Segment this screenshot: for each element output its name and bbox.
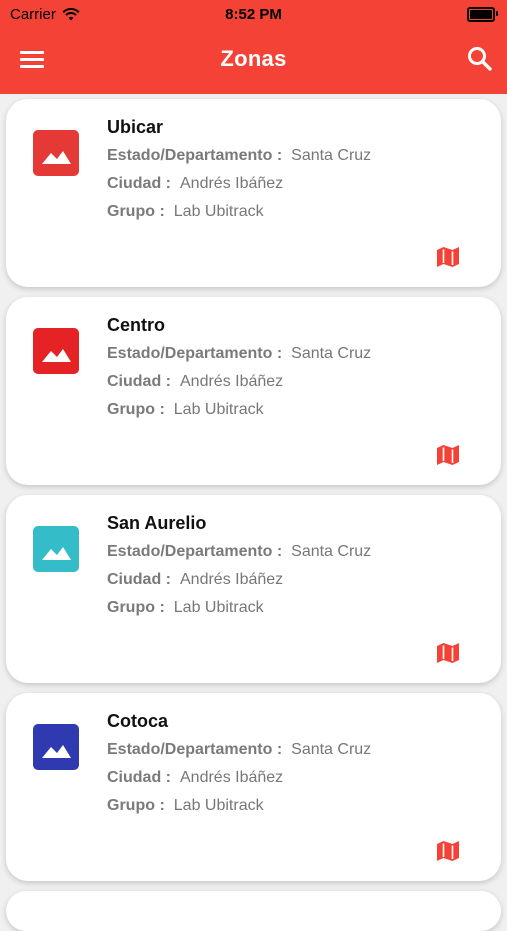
ciudad-value: Andrés Ibáñez: [180, 769, 284, 786]
zone-ciudad-row: Ciudad : Andrés Ibáñez: [107, 571, 283, 589]
estado-label: Estado/Departamento :: [107, 147, 283, 164]
zone-card[interactable]: Ubicar Estado/Departamento : Santa Cruz C…: [6, 99, 501, 287]
zone-card-partial[interactable]: [6, 891, 501, 931]
image-placeholder-icon: [33, 130, 79, 176]
estado-value: Santa Cruz: [291, 741, 372, 758]
zone-estado-row: Estado/Departamento : Santa Cruz: [107, 741, 371, 759]
grupo-value: Lab Ubitrack: [173, 599, 264, 616]
zone-ciudad-row: Ciudad : Andrés Ibáñez: [107, 373, 283, 391]
map-icon: [437, 445, 459, 465]
map-icon: [437, 247, 459, 267]
zone-estado-row: Estado/Departamento : Santa Cruz: [107, 345, 371, 363]
estado-value: Santa Cruz: [291, 543, 372, 560]
zone-grupo-row: Grupo : Lab Ubitrack: [107, 203, 264, 221]
zone-ciudad-row: Ciudad : Andrés Ibáñez: [107, 175, 283, 193]
zone-grupo-row: Grupo : Lab Ubitrack: [107, 797, 264, 815]
status-bar: Carrier 8:52 PM: [0, 0, 507, 28]
ciudad-value: Andrés Ibáñez: [180, 175, 284, 192]
grupo-label: Grupo :: [107, 599, 165, 616]
estado-label: Estado/Departamento :: [107, 543, 283, 560]
zone-grupo-row: Grupo : Lab Ubitrack: [107, 401, 264, 419]
estado-label: Estado/Departamento :: [107, 345, 283, 362]
grupo-value: Lab Ubitrack: [173, 797, 264, 814]
grupo-label: Grupo :: [107, 203, 165, 220]
image-placeholder-icon: [33, 724, 79, 770]
zone-ciudad-row: Ciudad : Andrés Ibáñez: [107, 769, 283, 787]
zone-name: Cotoca: [107, 711, 169, 731]
map-button[interactable]: [435, 839, 461, 863]
zone-card[interactable]: Centro Estado/Departamento : Santa Cruz C…: [6, 297, 501, 485]
ciudad-label: Ciudad :: [107, 373, 171, 390]
ciudad-value: Andrés Ibáñez: [180, 373, 284, 390]
map-button[interactable]: [435, 245, 461, 269]
grupo-label: Grupo :: [107, 797, 165, 814]
map-button[interactable]: [435, 641, 461, 665]
map-icon: [437, 841, 459, 861]
grupo-value: Lab Ubitrack: [173, 401, 264, 418]
zone-grupo-row: Grupo : Lab Ubitrack: [107, 599, 264, 617]
app-header: Carrier 8:52 PM Zonas: [0, 0, 507, 94]
image-placeholder-icon: [33, 328, 79, 374]
map-icon: [437, 643, 459, 663]
zone-card[interactable]: San Aurelio Estado/Departamento : Santa C…: [6, 495, 501, 683]
ciudad-value: Andrés Ibáñez: [180, 571, 284, 588]
zone-estado-row: Estado/Departamento : Santa Cruz: [107, 543, 371, 561]
zone-name: San Aurelio: [107, 513, 207, 533]
search-button[interactable]: [465, 44, 495, 74]
grupo-value: Lab Ubitrack: [173, 203, 264, 220]
search-icon: [468, 47, 492, 71]
ciudad-label: Ciudad :: [107, 571, 171, 588]
estado-label: Estado/Departamento :: [107, 741, 283, 758]
zone-name: Ubicar: [107, 117, 164, 137]
battery-icon: [467, 7, 498, 22]
estado-value: Santa Cruz: [291, 147, 372, 164]
ciudad-label: Ciudad :: [107, 175, 171, 192]
zone-estado-row: Estado/Departamento : Santa Cruz: [107, 147, 371, 165]
ciudad-label: Ciudad :: [107, 769, 171, 786]
image-placeholder-icon: [33, 526, 79, 572]
page-title: Zonas: [220, 46, 287, 71]
status-time: 8:52 PM: [225, 6, 282, 23]
zone-name: Centro: [107, 315, 165, 335]
estado-value: Santa Cruz: [291, 345, 372, 362]
map-button[interactable]: [435, 443, 461, 467]
grupo-label: Grupo :: [107, 401, 165, 418]
zone-card[interactable]: Cotoca Estado/Departamento : Santa Cruz C…: [6, 693, 501, 881]
